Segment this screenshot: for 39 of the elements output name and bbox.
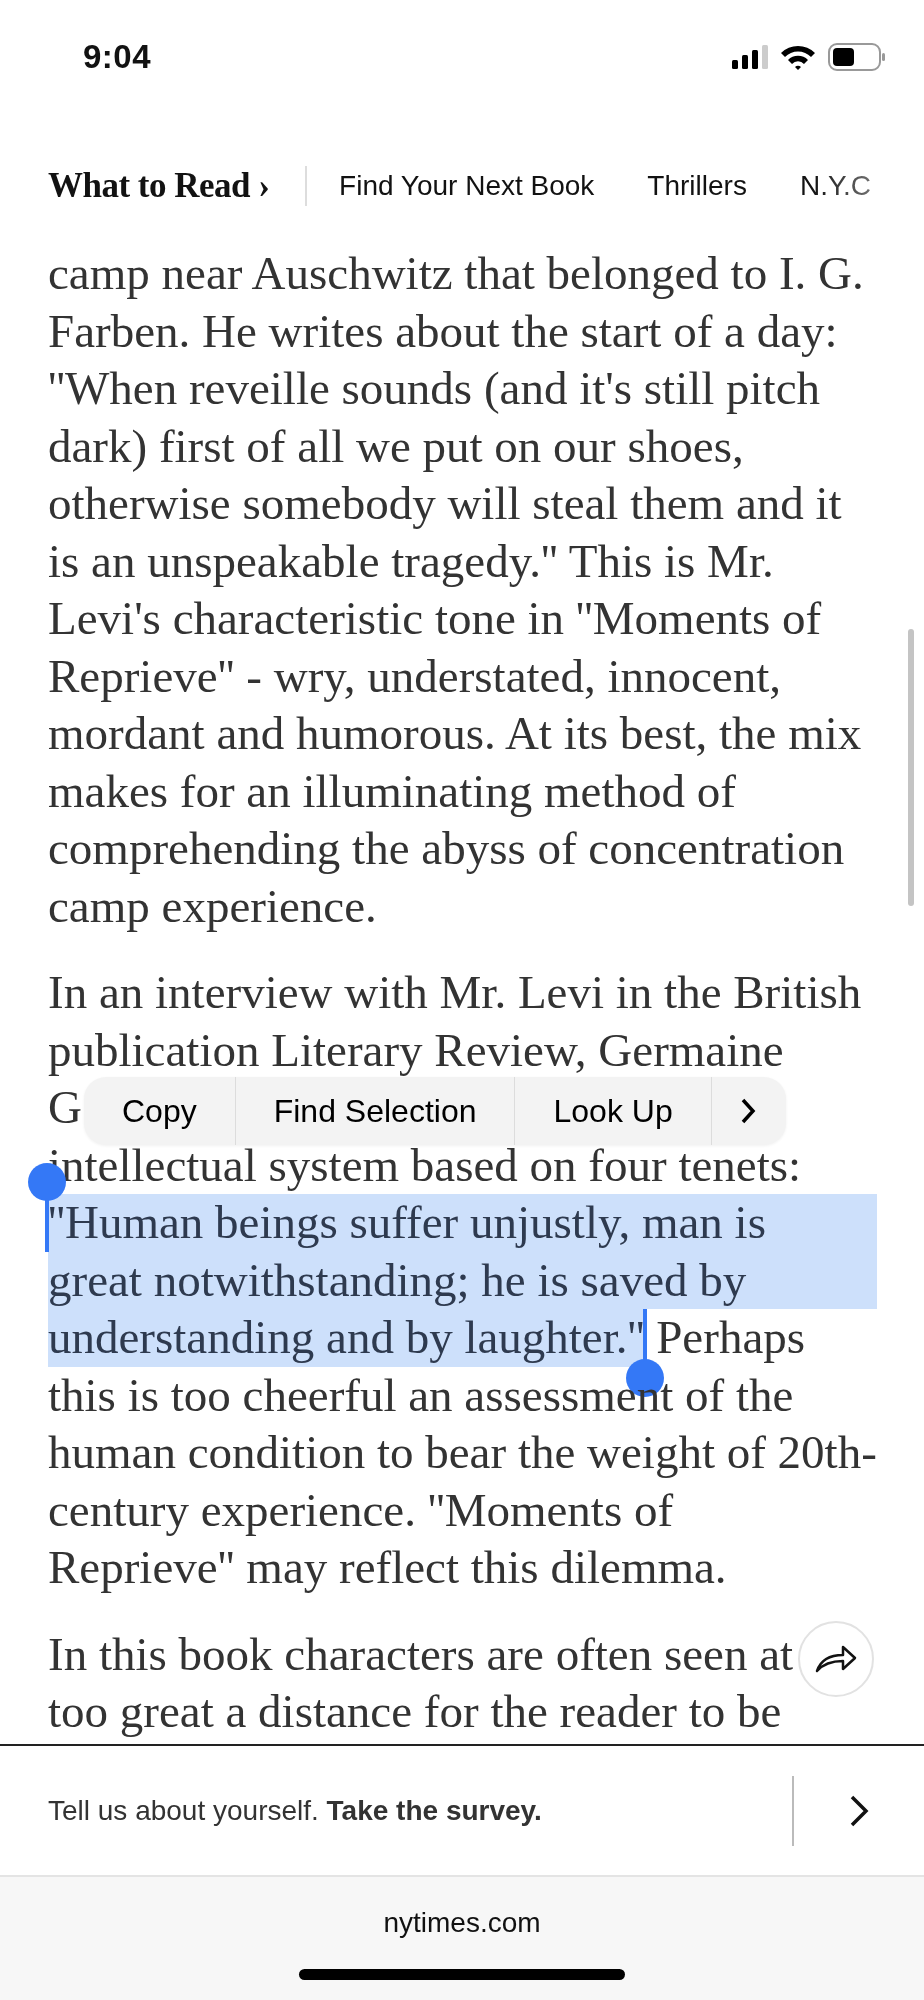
article-text: G xyxy=(48,1080,82,1135)
battery-icon xyxy=(828,43,886,71)
article-text: Reprieve'' - wry, understated, innocent, xyxy=(48,648,781,704)
article-text: this is too cheerful an assessment of the xyxy=(48,1367,794,1423)
nav-link[interactable]: N.Y.C xyxy=(799,169,871,202)
article-text: dark) first of all we put on our shoes, xyxy=(48,418,744,474)
article-text: Reprieve'' may reflect this dilemma. xyxy=(48,1540,727,1595)
article-text: camp near Auschwitz that belonged to I. G. xyxy=(48,246,864,301)
article-text: Farben. He writes about the start of a day: xyxy=(48,303,838,359)
chevron-right-icon xyxy=(739,1097,756,1125)
article-text: otherwise somebody will steal them and it xyxy=(48,476,842,531)
article-text: ''When reveille sounds (and it's still pitch xyxy=(48,361,821,416)
wifi-icon xyxy=(780,44,816,70)
article-text: In an interview with Mr. Levi in the British xyxy=(48,965,862,1020)
menu-item[interactable]: Look Up xyxy=(515,1077,712,1145)
article-text: mordant and humorous. At its best, the mix xyxy=(48,706,862,761)
article-text: too great a distance for the reader to be xyxy=(48,1684,782,1739)
chevron-right-icon xyxy=(849,1793,869,1828)
signal-icon xyxy=(732,45,768,69)
survey-prompt[interactable]: Tell us about yourself. Take the survey. xyxy=(48,1794,792,1827)
address-domain[interactable]: nytimes.com xyxy=(383,1907,541,1939)
article-text: camp experience. xyxy=(48,878,377,934)
share-arrow-icon xyxy=(815,1644,857,1674)
nav-link[interactable]: Find Your Next Book xyxy=(339,169,595,202)
article-text: human condition to bear the weight of 20th- xyxy=(48,1425,877,1480)
article-text: is an unspeakable tragedy.'' This is Mr. xyxy=(48,533,774,589)
section-title-link[interactable]: What to Read › xyxy=(48,165,270,206)
nav-link[interactable]: Thrillers xyxy=(647,169,747,202)
menu-item[interactable]: Find Selection xyxy=(235,1077,516,1145)
menu-item[interactable]: Copy xyxy=(84,1077,236,1145)
article-text: century experience. ''Moments of xyxy=(48,1482,674,1538)
article-text: publication Literary Review, Germaine xyxy=(48,1022,784,1078)
article-text: makes for an illuminating method of xyxy=(48,763,736,819)
article-text: In this book characters are often seen at xyxy=(48,1626,794,1682)
article-text: comprehending the abyss of concentration xyxy=(48,821,845,876)
article-text: Levi's characteristic tone in ''Moments of xyxy=(48,591,822,646)
status-time: 9:04 xyxy=(83,38,152,76)
selected-text: great notwithstanding; he is saved by xyxy=(48,1251,877,1309)
article-text: Perhaps xyxy=(655,1310,806,1365)
